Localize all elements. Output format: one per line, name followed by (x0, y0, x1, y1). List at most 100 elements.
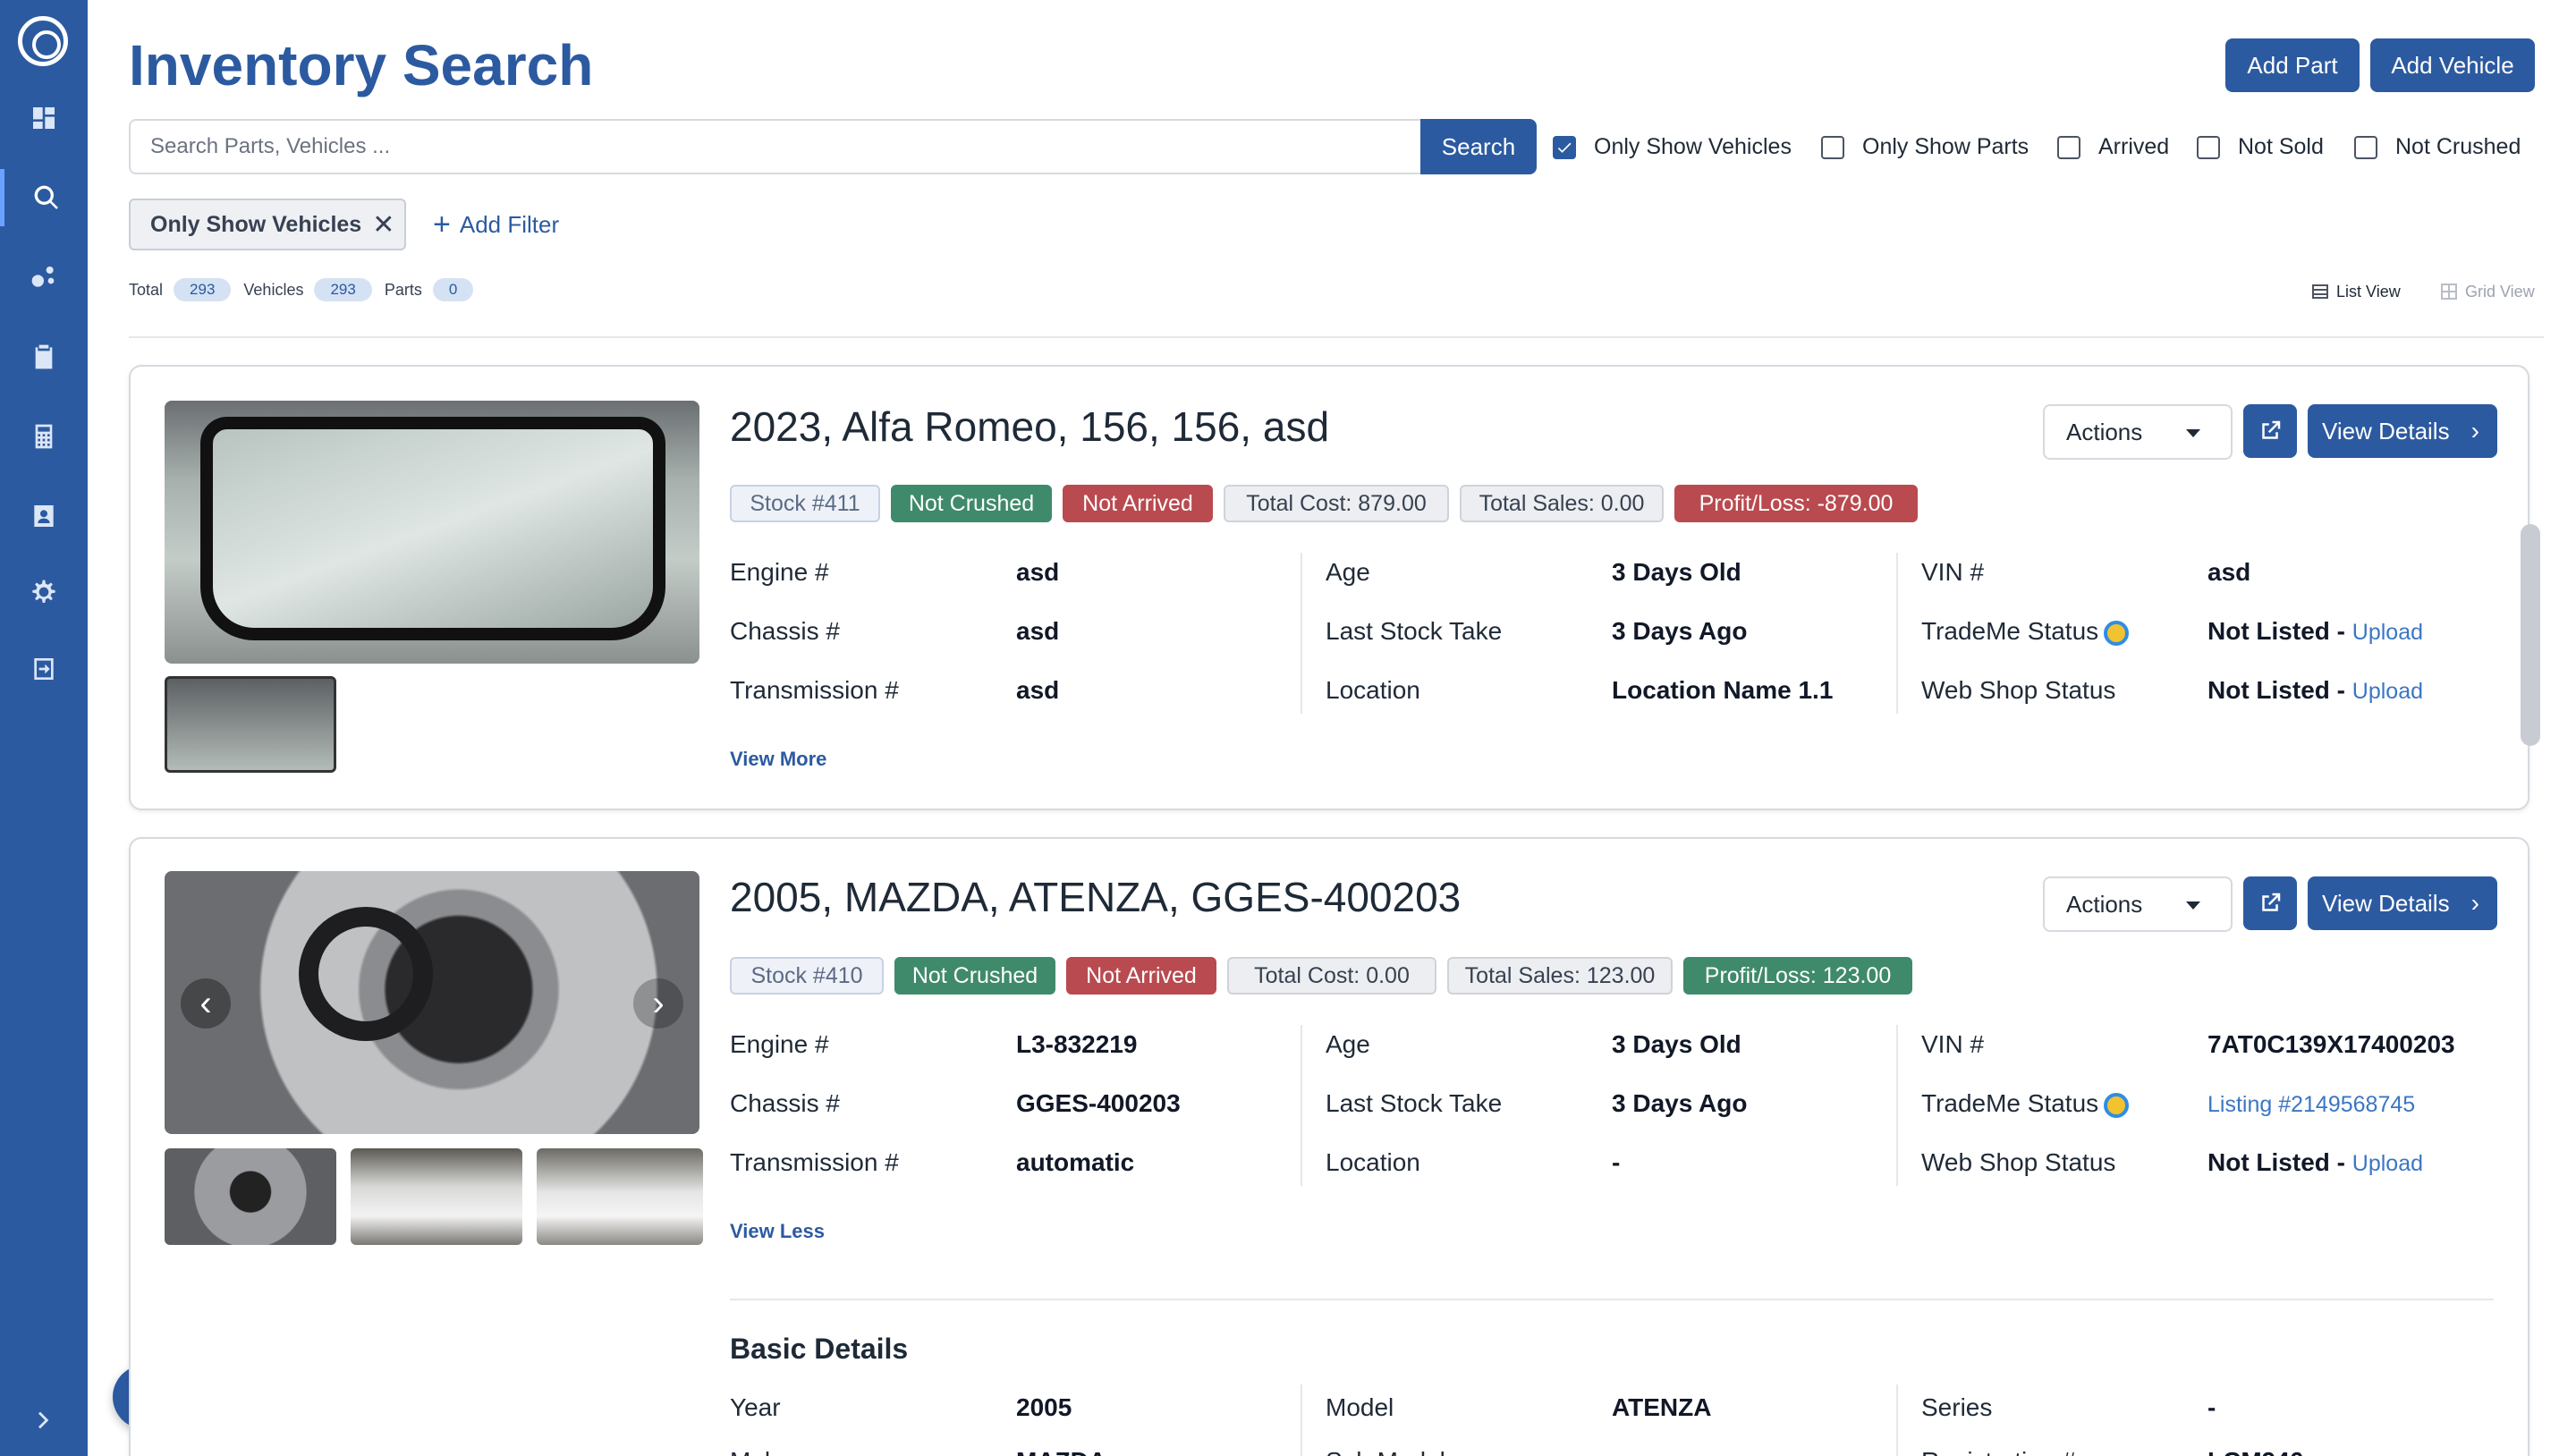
view-more-link[interactable]: View More (730, 748, 826, 771)
vin-label: VIN # (1921, 1030, 1985, 1058)
open-external-button[interactable] (2243, 876, 2297, 930)
vin-value: 7AT0C139X17400203 (2207, 1030, 2455, 1058)
webshop-upload-link[interactable]: Upload (2352, 679, 2423, 704)
page-scrollbar[interactable] (2521, 524, 2540, 746)
not-sold-checkbox[interactable]: Not Sold (2197, 134, 2324, 160)
year-label: Year (730, 1393, 781, 1421)
list-view-button[interactable]: List View (2309, 281, 2401, 302)
remove-filter-icon[interactable]: ✕ (372, 209, 394, 241)
submodel-label: Sub Model (1326, 1447, 1445, 1456)
settings-icon[interactable] (0, 563, 88, 621)
checkbox-empty-icon (2354, 135, 2377, 159)
parts-icon[interactable] (0, 249, 88, 306)
arrived-badge: Not Arrived (1066, 957, 1216, 995)
chevron-right-icon: › (2470, 417, 2479, 444)
chassis-label: Chassis # (730, 1089, 840, 1117)
active-filter-chip: Only Show Vehicles ✕ (129, 199, 406, 250)
total-cost-badge: Total Cost: 879.00 (1224, 485, 1449, 522)
submodel-value: - (1612, 1447, 1620, 1456)
transmission-value: automatic (1016, 1148, 1135, 1176)
trademe-upload-link[interactable]: Upload (2352, 620, 2423, 645)
add-filter-button[interactable]: + Add Filter (433, 209, 559, 240)
trademe-listing-link[interactable]: Listing #2149568745 (2207, 1092, 2415, 1117)
add-part-button[interactable]: Add Part (2225, 38, 2360, 92)
inventory-card: ‹ › 2005, MAZDA, ATENZA, GGES-400203 Act… (129, 837, 2529, 1456)
section-divider (730, 1299, 2494, 1300)
series-value: - (2207, 1393, 2216, 1421)
model-value: ATENZA (1612, 1393, 1712, 1421)
photo-thumbnail[interactable] (165, 1148, 336, 1245)
calculator-icon[interactable] (0, 408, 88, 465)
open-external-button[interactable] (2243, 404, 2297, 458)
photo-thumbnail[interactable] (351, 1148, 522, 1245)
trademe-label: TradeMe Status (1921, 1089, 2099, 1117)
crushed-badge: Not Crushed (891, 485, 1052, 522)
stock-badge: Stock #411 (730, 485, 880, 522)
dashboard-icon[interactable] (0, 89, 88, 147)
checkbox-checked-icon (1553, 135, 1576, 159)
contacts-icon[interactable] (0, 487, 88, 545)
webshop-upload-link[interactable]: Upload (2352, 1151, 2423, 1176)
grid-view-button[interactable]: Grid View (2438, 281, 2535, 302)
parts-count-badge: 0 (432, 278, 474, 301)
column-divider (1896, 1384, 1898, 1456)
stocktake-value: 3 Days Ago (1612, 1089, 1748, 1117)
photo-thumbnail[interactable] (165, 676, 336, 773)
actions-label: Actions (2066, 890, 2143, 918)
only-show-parts-checkbox[interactable]: Only Show Parts (1821, 134, 2029, 160)
engine-label: Engine # (730, 1030, 829, 1058)
total-count-badge: 293 (174, 278, 232, 301)
only-show-parts-label: Only Show Parts (1862, 134, 2029, 159)
add-vehicle-button[interactable]: Add Vehicle (2370, 38, 2535, 92)
clipboard-icon[interactable] (0, 328, 88, 385)
stocktake-label: Last Stock Take (1326, 1089, 1503, 1117)
photo-thumbnail[interactable] (537, 1148, 703, 1245)
prev-photo-icon[interactable]: ‹ (181, 978, 231, 1029)
view-details-button[interactable]: View Details › (2308, 876, 2497, 930)
app-logo-icon[interactable] (18, 16, 68, 66)
chevron-down-icon (2186, 902, 2200, 910)
engine-value: asd (1016, 558, 1060, 586)
transmission-label: Transmission # (730, 1148, 899, 1176)
webshop-value: Not Listed - Upload (2207, 1148, 2423, 1177)
next-photo-icon[interactable]: › (633, 978, 683, 1029)
checkbox-empty-icon (2057, 135, 2080, 159)
add-filter-label: Add Filter (459, 210, 560, 238)
list-view-icon (2312, 284, 2328, 299)
actions-dropdown[interactable]: Actions (2043, 876, 2233, 932)
webshop-status-text: Not Listed - (2207, 676, 2345, 704)
search-input[interactable]: Search Parts, Vehicles ... (129, 119, 1422, 174)
not-crushed-checkbox[interactable]: Not Crushed (2354, 134, 2521, 160)
external-link-icon (2262, 893, 2281, 911)
only-show-vehicles-checkbox[interactable]: Only Show Vehicles (1553, 134, 1792, 160)
registration-value: LCM946 (2207, 1447, 2303, 1456)
search-button[interactable]: Search (1420, 119, 1537, 174)
not-crushed-label: Not Crushed (2395, 134, 2521, 159)
actions-dropdown[interactable]: Actions (2043, 404, 2233, 460)
location-value: Location Name 1.1 (1612, 676, 1834, 704)
webshop-value: Not Listed - Upload (2207, 676, 2423, 705)
vehicles-count-badge: 293 (314, 278, 372, 301)
trademe-icon (2104, 620, 2130, 646)
grid-view-icon (2441, 284, 2457, 300)
view-details-button[interactable]: View Details › (2308, 404, 2497, 458)
transmission-value: asd (1016, 676, 1060, 704)
make-label: Make (730, 1447, 791, 1456)
search-nav-icon[interactable] (0, 169, 88, 226)
sidebar (0, 0, 88, 1456)
arrived-checkbox[interactable]: Arrived (2057, 134, 2169, 160)
active-filter-label: Only Show Vehicles (150, 211, 362, 237)
crushed-badge: Not Crushed (894, 957, 1055, 995)
trademe-value: Not Listed - Upload (2207, 617, 2423, 646)
year-value: 2005 (1016, 1393, 1072, 1421)
vehicle-photo[interactable] (165, 401, 699, 664)
vehicle-photo[interactable]: ‹ › (165, 871, 699, 1134)
expand-sidebar-icon[interactable] (0, 1392, 88, 1449)
total-sales-badge: Total Sales: 123.00 (1447, 957, 1673, 995)
logout-icon[interactable] (0, 640, 88, 698)
arrived-label: Arrived (2098, 134, 2170, 159)
webshop-label: Web Shop Status (1921, 1148, 2116, 1176)
parts-label: Parts (384, 280, 422, 299)
actions-label: Actions (2066, 418, 2143, 445)
view-less-link[interactable]: View Less (730, 1220, 825, 1243)
